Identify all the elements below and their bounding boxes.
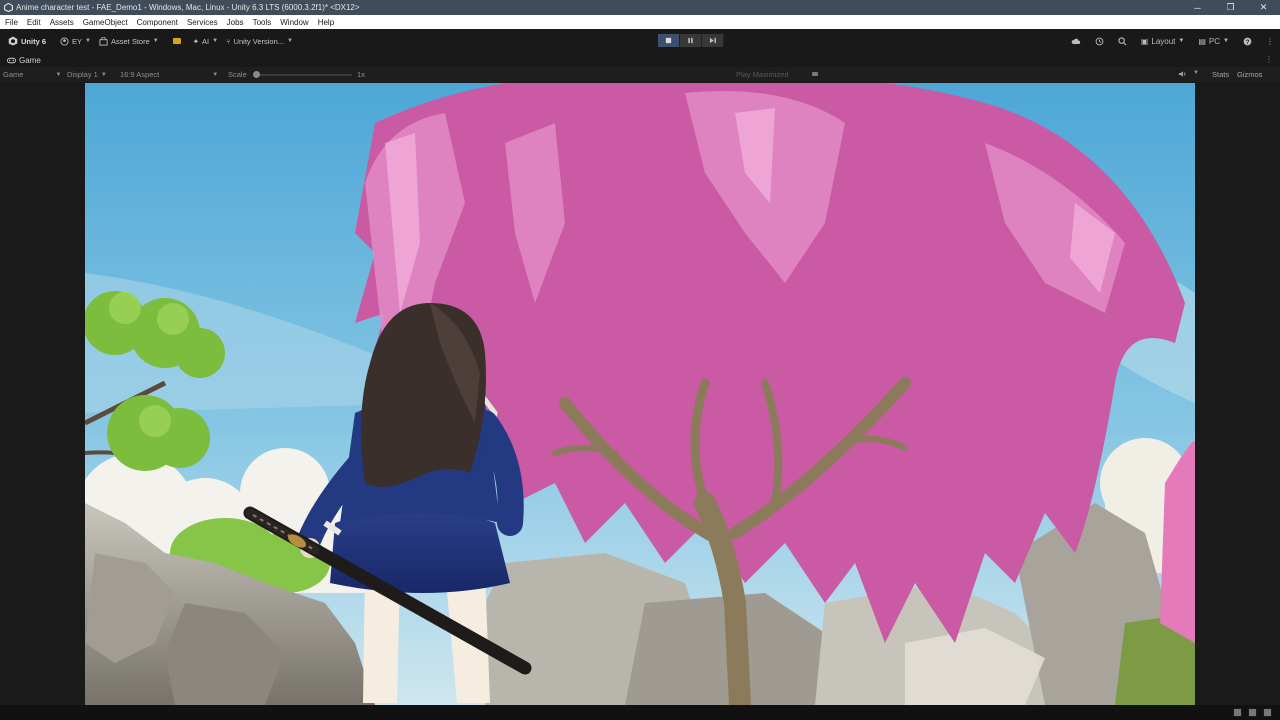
ai-dropdown[interactable]: ✦ AI ▼	[193, 37, 218, 46]
menu-bar: File Edit Assets GameObject Component Se…	[0, 15, 1280, 29]
chevron-down-icon: ▼	[152, 38, 159, 44]
restore-button[interactable]: ❐	[1214, 0, 1247, 15]
scale-label: Scale	[228, 70, 247, 79]
play-controls	[658, 34, 724, 47]
chevron-down-icon: ▼	[212, 38, 219, 44]
layout-icon: ▣	[1140, 36, 1149, 46]
menu-gameobject[interactable]: GameObject	[83, 18, 128, 27]
version-control-icon: ⑂	[226, 36, 231, 46]
tab-game[interactable]: Game	[7, 56, 41, 65]
game-mode-dropdown[interactable]: Game ▼	[3, 70, 61, 79]
audio-icon[interactable]	[1178, 70, 1187, 78]
chevron-down-icon: ▼	[212, 71, 219, 78]
menu-services[interactable]: Services	[187, 18, 218, 27]
layout-dropdown[interactable]: ▣ Layout ▼	[1141, 37, 1185, 46]
game-tab-bar: Game ⋮	[0, 53, 1280, 67]
menu-assets[interactable]: Assets	[50, 18, 74, 27]
version-control-dropdown[interactable]: ⑂ Unity Version... ▼	[226, 37, 293, 46]
aspect-dropdown[interactable]: 16:9 Aspect ▼	[120, 70, 218, 79]
chevron-down-icon: ▼	[1178, 38, 1185, 44]
game-scene-illustration	[85, 83, 1195, 705]
account-icon	[60, 36, 69, 46]
platform-label: PC	[1208, 36, 1221, 46]
ai-label: AI	[202, 36, 210, 46]
ai-sparkle-icon: ✦	[192, 36, 200, 46]
menu-help[interactable]: Help	[318, 18, 334, 27]
account-label: EY	[72, 36, 83, 46]
gizmos-button[interactable]: Gizmos	[1237, 70, 1262, 79]
display-label: Display 1	[67, 70, 98, 79]
unity-account-menu[interactable]: Unity 6	[8, 36, 46, 46]
gamepad-icon	[7, 57, 16, 64]
notification-icon[interactable]	[1263, 708, 1272, 717]
account-dropdown[interactable]: EY ▼	[60, 37, 91, 46]
game-render-view[interactable]	[85, 83, 1195, 705]
step-icon	[709, 37, 716, 44]
chevron-down-icon: ▼	[287, 38, 293, 44]
menu-file[interactable]: File	[5, 18, 18, 27]
pause-button[interactable]	[680, 34, 702, 47]
unity-label: Unity 6	[21, 36, 47, 46]
play-button[interactable]	[658, 34, 680, 47]
scale-slider-handle[interactable]	[253, 71, 260, 78]
history-icon[interactable]	[1095, 37, 1104, 46]
aspect-label: 16:9 Aspect	[120, 70, 160, 79]
tab-game-label: Game	[19, 55, 41, 65]
package-icon[interactable]	[172, 38, 181, 44]
display-dropdown[interactable]: Display 1 ▼	[67, 70, 107, 79]
vr-toggle-icon[interactable]	[811, 70, 819, 78]
menu-window[interactable]: Window	[280, 18, 308, 27]
unity-logo-icon	[8, 36, 18, 46]
asset-store-icon	[99, 36, 108, 46]
minimize-button[interactable]: ─	[1181, 0, 1214, 15]
warning-icon[interactable]	[1233, 708, 1242, 717]
main-toolbar: Unity 6 EY ▼ Asset Store ▼ ✦ AI ▼ ⑂ Unit…	[0, 29, 1280, 53]
layout-label: Layout	[1151, 36, 1176, 46]
close-button[interactable]: ✕	[1247, 0, 1280, 15]
svg-text:?: ?	[1246, 38, 1250, 45]
window-title-bar: Anime character test - FAE_Demo1 - Windo…	[0, 0, 1280, 15]
status-bar	[0, 705, 1280, 720]
tab-options-icon[interactable]: ⋮	[1265, 55, 1273, 64]
asset-store-label: Asset Store	[110, 36, 150, 46]
unity-app-icon	[4, 3, 13, 12]
game-view-toolbar: Game ▼ Display 1 ▼ 16:9 Aspect ▼ Scale 1…	[0, 67, 1280, 82]
game-mode-label: Game	[3, 70, 24, 79]
play-mode-label: Play Maximized	[736, 70, 789, 79]
chevron-down-icon: ▼	[1223, 38, 1229, 44]
chevron-down-icon: ▼	[55, 71, 62, 78]
menu-component[interactable]: Component	[137, 18, 178, 27]
play-maximized-dropdown[interactable]: Play Maximized	[736, 70, 789, 79]
audio-dropdown-icon[interactable]: ▼	[1190, 70, 1199, 76]
scale-value: 1x	[357, 70, 365, 79]
version-control-label: Unity Version...	[233, 36, 285, 46]
platform-dropdown[interactable]: ▤ PC ▼	[1198, 37, 1229, 46]
pause-icon	[688, 37, 693, 44]
cloud-icon[interactable]	[1071, 38, 1081, 45]
asset-store-dropdown[interactable]: Asset Store ▼	[99, 36, 159, 46]
scale-slider-track[interactable]	[256, 74, 352, 76]
window-title: Anime character test - FAE_Demo1 - Windo…	[16, 3, 360, 12]
stats-button[interactable]: Stats	[1212, 70, 1229, 79]
menu-jobs[interactable]: Jobs	[227, 18, 244, 27]
menu-edit[interactable]: Edit	[27, 18, 41, 27]
play-icon	[665, 37, 672, 44]
search-icon[interactable]	[1118, 36, 1127, 46]
step-button[interactable]	[702, 34, 724, 47]
menu-tools[interactable]: Tools	[253, 18, 272, 27]
progress-icon[interactable]	[1248, 708, 1257, 717]
more-icon[interactable]: ⋮	[1266, 37, 1274, 46]
chevron-down-icon: ▼	[85, 38, 91, 44]
platform-icon: ▤	[1198, 36, 1206, 46]
help-icon[interactable]: ?	[1243, 37, 1252, 46]
chevron-down-icon: ▼	[100, 71, 107, 78]
